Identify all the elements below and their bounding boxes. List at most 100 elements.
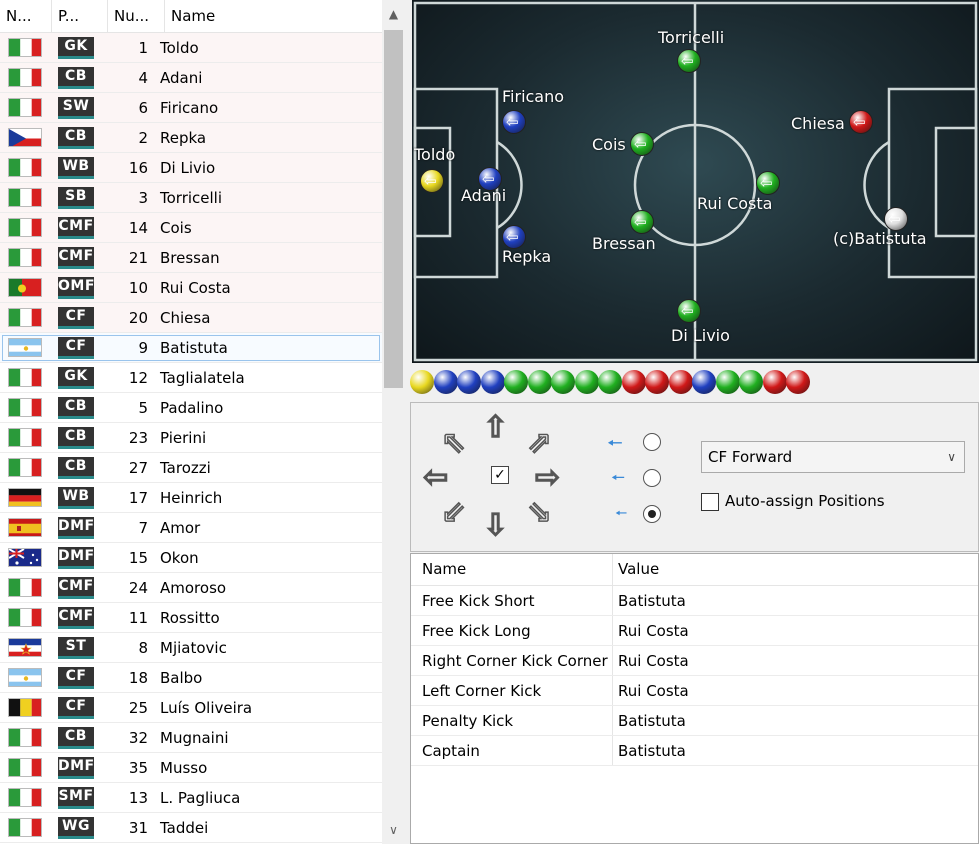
player-name: Adani [160,68,203,87]
player-row[interactable]: CB 2 Repka [0,123,382,153]
direction-arrow-icon: ⇦ [634,135,647,153]
grid-row[interactable]: Captain Batistuta [411,736,978,766]
player-row[interactable]: ST 8 Mjiatovic [0,633,382,663]
pitch-player-marker[interactable]: ⇦ [677,49,701,73]
formation-pitch[interactable]: ⇦ Toldo ⇦ Adani ⇦ Firicano ⇦ Repka ⇦ Di Livio ⇦ Tor… [412,0,979,363]
pitch-player-marker[interactable]: ⇦ [502,225,526,249]
player-row[interactable]: SMF 13 L. Pagliuca [0,783,382,813]
grid-row-name: Right Corner Kick Corner [411,646,613,675]
position-badge: DMF [58,546,94,569]
role-select[interactable]: CF Forward ∨ [701,441,965,473]
player-row[interactable]: SW 6 Firicano [0,93,382,123]
player-row[interactable]: CB 32 Mugnaini [0,723,382,753]
player-row[interactable]: CB 4 Adani [0,63,382,93]
scrollbar-thumb[interactable] [384,30,403,388]
arrow-up-left-icon[interactable]: ⇖ [440,427,467,459]
player-row[interactable]: DMF 35 Musso [0,753,382,783]
grid-row-value[interactable]: Batistuta [613,586,686,615]
player-name: Taglialatela [160,368,245,387]
grid-row-value[interactable]: Batistuta [613,706,686,735]
flag-italy-icon [8,248,42,267]
col-nationality-header[interactable]: N... [0,0,52,33]
arrow-down-icon[interactable]: ⇩ [482,510,509,542]
arrow-right-icon[interactable]: ⇨ [534,462,561,494]
pitch-player-marker[interactable]: ⇦ [849,110,873,134]
grid-value-header[interactable]: Value [613,554,659,585]
player-row[interactable]: WG 31 Taddei [0,813,382,843]
arrow-up-icon[interactable]: ⇧ [482,412,509,444]
player-row[interactable]: GK 12 Taglialatela [0,363,382,393]
run-radio-2[interactable] [643,469,661,487]
player-row[interactable]: DMF 7 Amor [0,513,382,543]
grid-row[interactable]: Left Corner Kick Rui Costa [411,676,978,706]
pitch-player-marker[interactable]: ⇦ [630,210,654,234]
pitch-player-marker[interactable]: ⇦ [630,132,654,156]
player-name: Batistuta [160,338,228,357]
player-row[interactable]: WB 17 Heinrich [0,483,382,513]
grid-row-name: Left Corner Kick [411,676,613,705]
player-row[interactable]: CB 5 Padalino [0,393,382,423]
player-list-scrollbar[interactable]: ▲ ∨ [382,0,405,844]
scroll-up-icon[interactable]: ▲ [382,0,405,28]
col-position-header[interactable]: P... [52,0,108,33]
run-radio-3[interactable] [643,505,661,523]
player-row[interactable]: CMF 21 Bressan [0,243,382,273]
grid-row[interactable]: Free Kick Short Batistuta [411,586,978,616]
center-check-icon[interactable]: ✓ [491,466,509,484]
scroll-down-icon[interactable]: ∨ [382,816,405,844]
flag-italy-icon [8,98,42,117]
pitch-player-marker[interactable]: ⇦ [502,110,526,134]
position-badge: DMF [58,516,94,539]
grid-row[interactable]: Right Corner Kick Corner Rui Costa [411,646,978,676]
color-ball [621,370,646,394]
player-row[interactable]: CF 9 Batistuta [0,333,382,363]
player-row[interactable]: CF 18 Balbo [0,663,382,693]
pitch-player-label: Torricelli [658,28,725,47]
player-row[interactable]: CB 23 Pierini [0,423,382,453]
col-name-header[interactable]: Name [165,0,382,33]
player-row[interactable]: CMF 11 Rossitto [0,603,382,633]
arrow-up-right-icon[interactable]: ⇗ [526,427,553,459]
pitch-player-label: (c)Batistuta [833,229,927,248]
pitch-player-marker[interactable]: ⇦ [420,169,444,193]
player-row[interactable]: DMF 15 Okon [0,543,382,573]
player-row[interactable]: GK 1 Toldo [0,33,382,63]
grid-row-value[interactable]: Rui Costa [613,646,689,675]
player-name: Balbo [160,668,203,687]
arrow-down-right-icon[interactable]: ⇘ [526,497,553,529]
player-row[interactable]: WB 16 Di Livio [0,153,382,183]
color-ball [645,370,669,394]
grid-row-value[interactable]: Batistuta [613,736,686,765]
flag-italy-icon [8,188,42,207]
player-name: Torricelli [160,188,223,207]
pitch-player-marker[interactable]: ⇦ [756,171,780,195]
grid-name-header[interactable]: Name [411,554,613,585]
color-ball [410,370,434,394]
arrow-left-icon[interactable]: ⇦ [422,462,449,494]
grid-row-value[interactable]: Rui Costa [613,616,689,645]
color-ball [480,370,505,394]
player-row[interactable]: OMF 10 Rui Costa [0,273,382,303]
player-row[interactable]: CMF 14 Cois [0,213,382,243]
flag-italy-icon [8,398,42,417]
player-row[interactable]: CB 27 Tarozzi [0,453,382,483]
auto-assign-label[interactable]: Auto-assign Positions [725,492,885,510]
color-ball [504,370,528,394]
player-name: Bressan [160,248,220,267]
grid-row[interactable]: Penalty Kick Batistuta [411,706,978,736]
pitch-player-marker[interactable]: ⇦ [884,207,908,231]
auto-assign-checkbox[interactable] [701,493,719,511]
position-badge: CB [58,126,94,149]
grid-row-name: Free Kick Long [411,616,613,645]
grid-row[interactable]: Free Kick Long Rui Costa [411,616,978,646]
player-row[interactable]: SB 3 Torricelli [0,183,382,213]
grid-row-value[interactable]: Rui Costa [613,676,689,705]
player-row[interactable]: CMF 24 Amoroso [0,573,382,603]
run-radio-1[interactable] [643,433,661,451]
player-row[interactable]: CF 25 Luís Oliveira [0,693,382,723]
arrow-down-left-icon[interactable]: ⇙ [440,497,467,529]
pitch-player-marker[interactable]: ⇦ [677,299,701,323]
player-row[interactable]: CF 20 Chiesa [0,303,382,333]
color-ball [598,370,622,394]
col-number-header[interactable]: Nu... [108,0,165,33]
